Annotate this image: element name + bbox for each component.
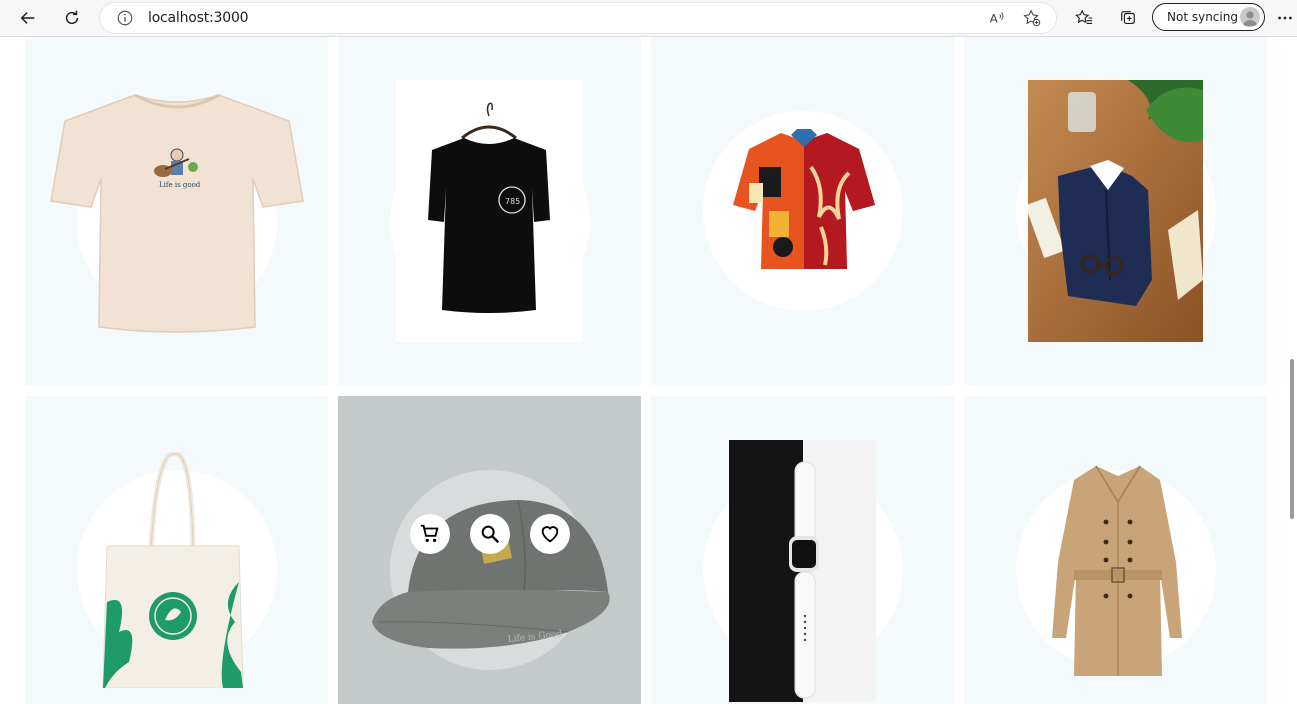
page-scrollbar[interactable] <box>1287 37 1297 704</box>
avatar <box>1240 7 1260 27</box>
product-card-patterned-shirt[interactable] <box>651 37 954 385</box>
profile-button[interactable]: Not syncing <box>1152 3 1265 31</box>
dress-shirt-image <box>1028 80 1203 342</box>
favorites-icon <box>1075 9 1093 24</box>
favorites-button[interactable] <box>1070 5 1098 31</box>
url-text[interactable]: localhost:3000 <box>148 10 249 26</box>
address-bar[interactable]: localhost:3000 A <box>100 3 1056 33</box>
product-card-trench-coat[interactable] <box>964 396 1267 704</box>
reload-button[interactable] <box>58 5 86 31</box>
tote-bag-image <box>102 452 244 688</box>
patterned-shirt-image <box>733 129 875 269</box>
quick-view-button[interactable] <box>470 514 510 554</box>
back-button[interactable] <box>14 5 42 31</box>
product-card-cream-tshirt[interactable]: Life is good <box>25 37 328 385</box>
cream-tshirt-image: Life is good <box>50 93 304 333</box>
search-icon <box>481 525 500 544</box>
more-icon <box>1278 16 1292 20</box>
add-favorite-icon[interactable] <box>1023 9 1041 27</box>
add-to-wishlist-button[interactable] <box>530 514 570 554</box>
product-card-dress-shirt[interactable] <box>964 37 1267 385</box>
more-button[interactable] <box>1274 5 1296 31</box>
reload-icon <box>65 10 79 25</box>
product-card-tote-bag[interactable] <box>25 396 328 704</box>
add-to-cart-button[interactable] <box>410 514 450 554</box>
svg-text:A: A <box>990 12 998 26</box>
smartwatch-image <box>729 440 876 702</box>
product-card-black-tshirt[interactable]: 785 <box>338 37 641 385</box>
collections-button[interactable] <box>1114 5 1142 31</box>
product-card-smartwatch[interactable] <box>651 396 954 704</box>
profile-label: Not syncing <box>1167 10 1238 24</box>
heart-icon <box>541 526 559 543</box>
browser-toolbar: localhost:3000 A Not syncing <box>0 0 1297 37</box>
back-icon <box>20 12 35 24</box>
svg-text:785: 785 <box>505 197 520 206</box>
svg-text:Life is good: Life is good <box>159 181 201 189</box>
trench-coat-image <box>1052 465 1182 676</box>
info-icon[interactable] <box>116 9 134 27</box>
scrollbar-thumb[interactable] <box>1290 359 1294 519</box>
read-aloud-icon[interactable]: A <box>988 9 1006 27</box>
product-grid: Life is good 785 Life is Good <box>0 37 1297 704</box>
cart-icon <box>420 524 439 543</box>
black-tshirt-image: 785 <box>396 80 583 342</box>
collections-icon <box>1121 11 1135 24</box>
